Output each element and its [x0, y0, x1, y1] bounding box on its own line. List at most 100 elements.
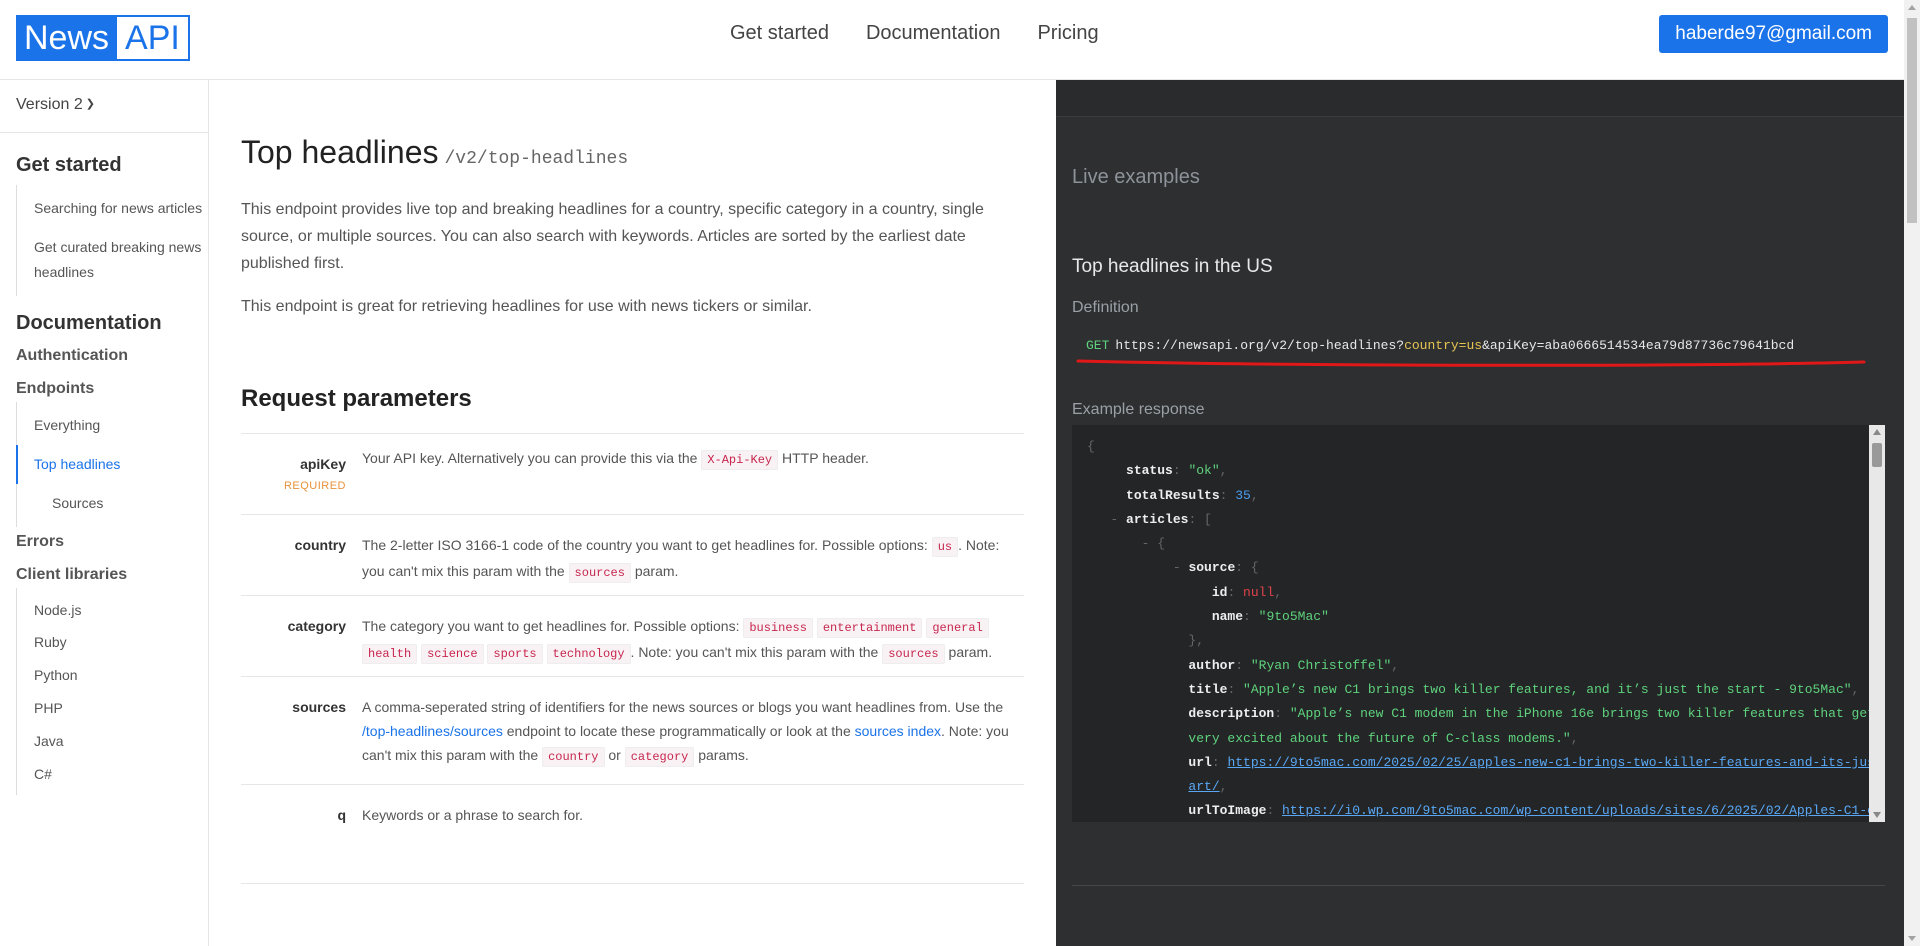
- code-health: health: [362, 644, 418, 664]
- param-desc-apikey: Your API key. Alternatively you can prov…: [362, 434, 1024, 514]
- page-scrollbar[interactable]: [1904, 0, 1920, 946]
- param-name-category: category: [287, 618, 346, 634]
- country-desc-a: The 2-letter ISO 3166-1 code of the coun…: [362, 537, 928, 553]
- param-apikey-label: apiKey: [300, 456, 346, 472]
- top-header: News API Get started Documentation Prici…: [0, 0, 1904, 80]
- sidebar-item-nodejs[interactable]: Node.js: [17, 592, 208, 626]
- scroll-down-arrow-icon[interactable]: [1873, 812, 1881, 818]
- param-desc-q: Keywords or a phrase to search for.: [362, 807, 583, 823]
- param-name-sources: sources: [292, 699, 346, 715]
- apikey-desc-a: Your API key. Alternatively you can prov…: [362, 450, 698, 466]
- sidebar-item-java[interactable]: Java: [17, 725, 208, 758]
- live-examples-heading: Live examples: [1072, 166, 1200, 188]
- code-category: category: [624, 747, 695, 767]
- sidebar-item-csharp[interactable]: C#: [17, 758, 208, 791]
- param-row-apikey: apiKey REQUIRED Your API key. Alternativ…: [241, 433, 1024, 514]
- scroll-up-arrow-icon[interactable]: [1873, 429, 1881, 435]
- sidebar-item-errors[interactable]: Errors: [0, 533, 208, 551]
- example-response-label: Example response: [1072, 401, 1205, 418]
- json-description-line2: very excited about the future of C-class…: [1188, 730, 1571, 746]
- json-total-results: 35: [1235, 487, 1251, 503]
- json-url-line1[interactable]: https://9to5mac.com/2025/02/25/apples-ne…: [1227, 755, 1885, 770]
- nav-get-started[interactable]: Get started: [730, 22, 829, 45]
- param-desc-category: The category you want to get headlines f…: [362, 596, 1024, 676]
- sidebar-endpoints-list: Everything Top headlines Sources: [16, 402, 208, 527]
- page-title-text: Top headlines: [241, 134, 439, 170]
- code-entertainment: entertainment: [816, 618, 923, 638]
- panel-divider: [1072, 885, 1885, 886]
- code-sources: sources: [882, 644, 945, 664]
- code-sources: sources: [568, 563, 631, 583]
- param-row-category: category The category you want to get he…: [241, 595, 1024, 676]
- sidebar-libraries-list: Node.js Ruby Python PHP Java C#: [16, 588, 208, 795]
- page-scroll-up-icon[interactable]: [1908, 5, 1916, 10]
- page-scroll-down-icon[interactable]: [1908, 936, 1916, 941]
- link-sources-index[interactable]: sources index: [855, 723, 941, 739]
- version-label: Version 2: [16, 96, 83, 113]
- json-url-to-image[interactable]: https://i0.wp.com/9to5mac.com/wp-content…: [1282, 803, 1885, 818]
- endpoint-path: /v2/top-headlines: [444, 149, 629, 169]
- sidebar-item-client-libraries[interactable]: Client libraries: [0, 566, 208, 584]
- json-title: "Apple’s new C1 brings two killer featur…: [1243, 681, 1852, 697]
- example-title: Top headlines in the US: [1072, 256, 1273, 277]
- json-url-line2[interactable]: art/: [1188, 779, 1219, 794]
- category-desc-c: param.: [948, 644, 993, 660]
- sidebar-item-searching-news[interactable]: Searching for news articles: [17, 189, 208, 228]
- param-name-q: q: [337, 807, 346, 823]
- json-response-box[interactable]: { status: "ok", totalResults: 35, - arti…: [1072, 425, 1885, 822]
- url-part-a: https://newsapi.org/v2/top-headlines?: [1115, 338, 1405, 353]
- sidebar-item-top-headlines[interactable]: Top headlines: [16, 445, 208, 484]
- sidebar-item-curated-headlines[interactable]: Get curated breaking news headlines: [17, 228, 208, 292]
- link-top-headlines-sources[interactable]: /top-headlines/sources: [362, 723, 503, 739]
- category-desc-a: The category you want to get headlines f…: [362, 618, 740, 634]
- json-source-id: null: [1243, 584, 1275, 600]
- sidebar-heading-documentation[interactable]: Documentation: [0, 312, 208, 335]
- main-content: Top headlines/v2/top-headlines This endp…: [210, 80, 1056, 946]
- sidebar-item-sources[interactable]: Sources: [17, 484, 208, 523]
- code-x-api-key: X-Api-Key: [701, 450, 779, 470]
- json-description-line1: "Apple’s new C1 modem in the iPhone 16e …: [1289, 706, 1885, 722]
- code-sports: sports: [487, 644, 543, 664]
- chevron-down-icon: ❯: [85, 98, 95, 110]
- code-box-scroll-thumb[interactable]: [1872, 443, 1882, 467]
- required-badge: REQUIRED: [283, 480, 346, 492]
- param-desc-sources: A comma-seperated string of identifiers …: [362, 677, 1024, 784]
- sidebar-item-ruby[interactable]: Ruby: [17, 626, 208, 659]
- json-source-name: "9to5Mac": [1258, 609, 1329, 625]
- json-author: "Ryan Christoffel": [1250, 657, 1392, 673]
- request-url-line[interactable]: GET https://newsapi.org/v2/top-headlines?…: [1086, 338, 1794, 353]
- param-row-q: q Keywords or a phrase to search for.: [241, 784, 1024, 884]
- sidebar-item-python[interactable]: Python: [17, 659, 208, 692]
- request-parameters-heading: Request parameters: [241, 385, 472, 412]
- newsapi-logo[interactable]: News API: [16, 15, 190, 61]
- json-status: "ok": [1188, 463, 1220, 479]
- param-row-sources: sources A comma-seperated string of iden…: [241, 676, 1024, 784]
- param-row-country: country The 2-letter ISO 3166-1 code of …: [241, 514, 1024, 595]
- sources-desc-a: A comma-seperated string of identifiers …: [362, 699, 1004, 715]
- apikey-desc-b: HTTP header.: [782, 450, 869, 466]
- json-response: { status: "ok", totalResults: 35, - arti…: [1072, 425, 1885, 822]
- param-desc-country: The 2-letter ISO 3166-1 code of the coun…: [362, 515, 1024, 595]
- code-general: general: [926, 618, 989, 638]
- intro-text: This endpoint provides live top and brea…: [241, 196, 1001, 336]
- version-selector[interactable]: Version 2 ❯: [0, 80, 208, 133]
- account-button[interactable]: haberde97@gmail.com: [1659, 15, 1888, 53]
- code-box-scrollbar[interactable]: [1869, 425, 1885, 822]
- country-desc-c: param.: [634, 563, 679, 579]
- logo-api: API: [117, 17, 188, 59]
- definition-label: Definition: [1072, 299, 1139, 316]
- code-country: country: [542, 747, 605, 767]
- param-name-apikey: apiKey REQUIRED: [241, 434, 362, 514]
- nav-pricing[interactable]: Pricing: [1037, 22, 1098, 45]
- live-examples-panel: Live examples Top headlines in the US De…: [1056, 80, 1904, 946]
- sidebar-item-endpoints[interactable]: Endpoints: [0, 380, 208, 398]
- intro-paragraph-1: This endpoint provides live top and brea…: [241, 201, 984, 272]
- logo-news: News: [18, 17, 118, 59]
- nav-documentation[interactable]: Documentation: [866, 22, 1001, 45]
- page-scroll-thumb[interactable]: [1907, 18, 1917, 223]
- url-part-b: &apiKey=aba0666514534ea79d87736c79641bcd: [1482, 338, 1795, 353]
- sidebar-item-php[interactable]: PHP: [17, 692, 208, 725]
- sidebar-item-everything[interactable]: Everything: [17, 406, 208, 445]
- sidebar-heading-get-started[interactable]: Get started: [0, 154, 208, 177]
- sidebar-item-authentication[interactable]: Authentication: [0, 347, 208, 365]
